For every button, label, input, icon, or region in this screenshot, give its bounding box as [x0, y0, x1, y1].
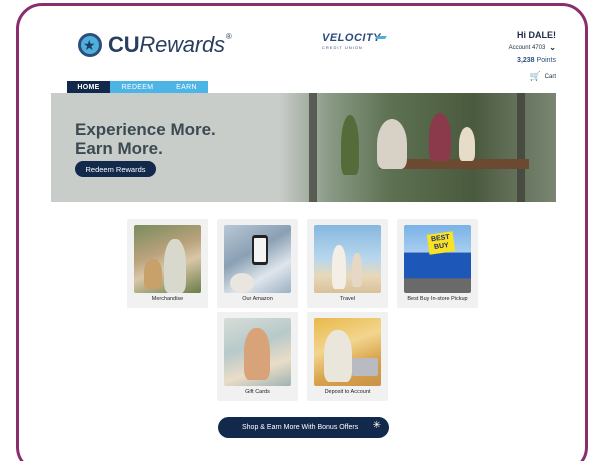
merchandise-image — [134, 225, 201, 293]
curewards-logo[interactable]: CURewards® — [78, 32, 232, 58]
account-dropdown[interactable]: Account 4703 ⌄ — [509, 43, 556, 52]
partner-logo: VELOCITY CREDIT UNION — [322, 32, 381, 50]
figure — [332, 245, 346, 289]
hero-person — [377, 119, 407, 169]
figure — [352, 253, 362, 287]
category-card-amazon[interactable]: Our Amazon — [217, 219, 298, 308]
partner-subtitle: CREDIT UNION — [322, 45, 363, 50]
page-frame — [16, 3, 588, 461]
points-label: Points — [536, 57, 556, 64]
sparkle-icon: ✳ — [372, 420, 381, 431]
category-card-travel[interactable]: Travel — [307, 219, 388, 308]
phone — [252, 235, 268, 265]
hero-person — [429, 113, 451, 161]
deposit-image — [314, 318, 381, 386]
hero-title: Experience More. Earn More. — [75, 120, 216, 158]
card-label: Deposit to Account — [324, 389, 371, 395]
figure — [324, 330, 352, 382]
figure — [230, 273, 254, 293]
logo-registered: ® — [225, 32, 232, 41]
figure — [164, 239, 186, 293]
hero-photo — [279, 93, 556, 202]
cart-link[interactable]: 🛒 Cart — [509, 71, 556, 82]
card-label: Our Amazon — [242, 296, 273, 302]
hero-pillar — [517, 93, 525, 202]
category-card-deposit[interactable]: Deposit to Account — [307, 312, 388, 401]
category-card-bestbuy[interactable]: BEST BUY Best Buy In-store Pickup — [397, 219, 478, 308]
figure — [144, 259, 162, 289]
chevron-down-icon[interactable]: ⌄ — [549, 43, 556, 52]
bestbuy-image: BEST BUY — [404, 225, 471, 293]
account-number: Account 4703 — [508, 44, 546, 51]
bonus-offers-button[interactable]: Shop & Earn More With Bonus Offers ✳ — [218, 417, 389, 438]
figure — [244, 328, 270, 380]
bestbuy-sign: BEST BUY — [426, 231, 456, 255]
logo-cu: CU — [108, 32, 140, 57]
points-balance: 3,238 Points — [509, 57, 556, 64]
gift-cards-image — [224, 318, 291, 386]
hero-person — [341, 115, 359, 175]
laptop — [352, 358, 378, 376]
points-value: 3,238 — [517, 57, 535, 64]
category-card-gift-cards[interactable]: Gift Cards — [217, 312, 298, 401]
star-logo-icon — [78, 33, 102, 57]
account-panel: Hi DALE! Account 4703 ⌄ 3,238 Points 🛒 C… — [509, 30, 556, 82]
cart-icon: 🛒 — [529, 71, 541, 81]
partner-name: VELOCITY — [322, 32, 382, 44]
card-label: Best Buy In-store Pickup — [407, 296, 468, 302]
hero-line-1: Experience More. — [75, 120, 216, 139]
hero-person — [459, 127, 475, 161]
amazon-image — [224, 225, 291, 293]
hero-banner: Experience More. Earn More. Redeem Rewar… — [51, 93, 556, 202]
bonus-offers-label: Shop & Earn More With Bonus Offers — [242, 424, 359, 431]
category-card-merchandise[interactable]: Merchandise — [127, 219, 208, 308]
greeting: Hi DALE! — [517, 30, 556, 40]
card-label: Gift Cards — [245, 389, 270, 395]
card-label: Merchandise — [151, 296, 184, 302]
hero-line-2: Earn More. — [75, 139, 163, 158]
logo-rewards: Rewards — [139, 32, 225, 57]
redeem-rewards-button[interactable]: Redeem Rewards — [75, 161, 156, 177]
card-label: Travel — [339, 296, 356, 302]
hero-pillar — [309, 93, 317, 202]
travel-image — [314, 225, 381, 293]
logo-text: CURewards® — [108, 32, 232, 58]
cart-label: Cart — [544, 73, 556, 80]
